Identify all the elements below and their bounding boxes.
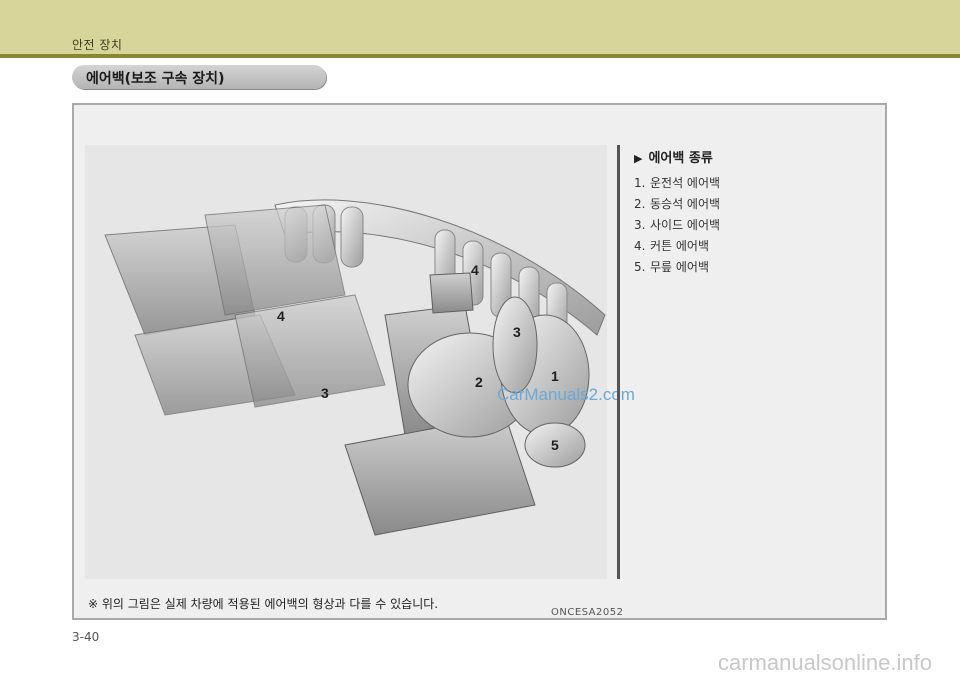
legend-label: 무릎 에어백 (650, 260, 710, 274)
legend-num: 4. (634, 239, 646, 253)
legend-num: 3. (634, 218, 646, 232)
legend-item: 2. 동승석 에어백 (634, 194, 720, 215)
figure-code: ONCESA2052 (551, 607, 624, 618)
legend-item: 3. 사이드 에어백 (634, 215, 720, 236)
section-title-pill: 에어백(보조 구속 장치) (72, 65, 326, 89)
figure-watermark: CarManuals2.com (497, 385, 635, 404)
legend-item: 1. 운전석 에어백 (634, 173, 720, 194)
middle-seat-back (204, 204, 346, 316)
headrest (429, 272, 474, 314)
legend-list: 1. 운전석 에어백 2. 동승석 에어백 3. 사이드 에어백 4. 커튼 에어백 5… (634, 173, 720, 278)
curtain-cell (340, 206, 364, 268)
header-band (0, 0, 960, 54)
legend-num: 2. (634, 197, 646, 211)
legend-title-text: 에어백 종류 (648, 151, 713, 166)
middle-seat-cushion (234, 294, 386, 408)
legend-label: 동승석 에어백 (650, 197, 721, 211)
callout-label: 3 (513, 324, 521, 340)
content-panel: 4 4 3 3 2 1 5 CarManuals2.com ONCESA2052… (72, 103, 887, 620)
chapter-title: 안전 장치 (72, 38, 123, 52)
header-rule (0, 54, 960, 58)
page-number: 3-40 (72, 630, 100, 644)
section-title: 에어백(보조 구속 장치) (86, 71, 225, 87)
callout-label: 3 (321, 385, 329, 401)
side-airbag (492, 296, 538, 394)
legend-num: 5. (634, 260, 646, 274)
legend-title: ▶ 에어백 종류 (634, 147, 713, 166)
legend-num: 1. (634, 176, 646, 190)
figure-divider (617, 145, 620, 579)
figure-note: ※ 위의 그림은 실제 차량에 적용된 에어백의 형상과 다를 수 있습니다. (88, 597, 439, 611)
callout-label: 4 (277, 308, 285, 324)
callout-label: 5 (551, 437, 559, 453)
airbag-drawing: 4 4 3 3 2 1 5 (104, 199, 606, 536)
legend-item: 4. 커튼 에어백 (634, 236, 720, 257)
legend-label: 사이드 에어백 (650, 218, 721, 232)
triangle-bullet-icon: ▶ (634, 152, 643, 165)
site-watermark: carmanualsonline.info (717, 650, 932, 675)
callout-label: 2 (475, 374, 483, 390)
airbag-illustration: 4 4 3 3 2 1 5 CarManuals2.com ONCESA2052 (85, 145, 635, 618)
legend-label: 커튼 에어백 (650, 239, 710, 253)
front-seat-cushion (344, 414, 536, 536)
callout-label: 1 (551, 368, 559, 384)
callout-label: 4 (471, 262, 479, 278)
legend-label: 운전석 에어백 (650, 176, 721, 190)
legend-item: 5. 무릎 에어백 (634, 257, 720, 278)
